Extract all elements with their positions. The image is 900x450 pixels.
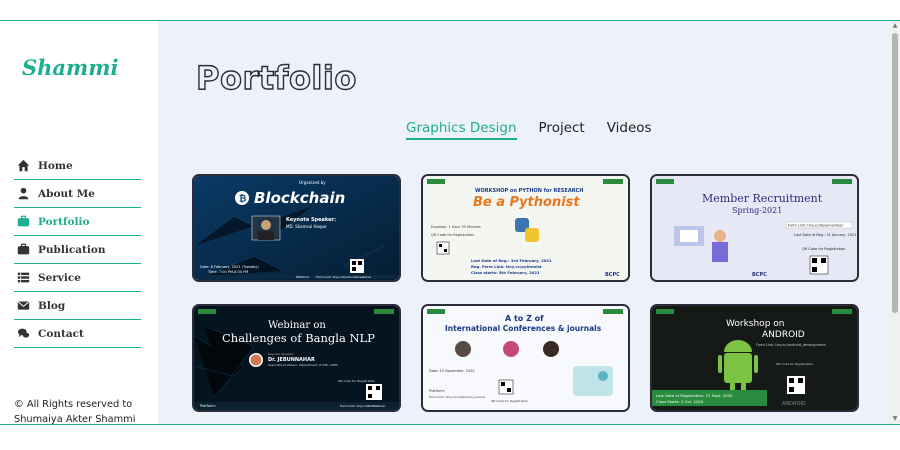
poster-heading: Be a Pythonist [473,195,580,210]
scroll-down-icon[interactable]: ▼ [891,416,899,422]
blockchain-poster-image: Organized by ₿ Blockchain Keynote Speake… [194,176,399,280]
poster-text: Duration: 1 Hour 30 Minutes [431,225,481,229]
poster-text: Form Link: tiny.cc/android_development [756,343,826,347]
sidebar-nav: Home About Me Portfolio Publication Serv… [14,152,141,348]
poster-text: Date: 8 February, 2021 (Tuesday) [200,265,259,269]
nav-label: About Me [38,187,95,200]
portfolio-card-bangla-nlp[interactable]: Webinar on Challenges of Bangla NLP Keyn… [192,304,401,412]
poster-heading: Challenges of Bangla NLP [222,331,375,345]
poster-text: QR Code for Registration [776,362,813,366]
poster-text: Associate Professor, Department of CSE, … [268,363,338,367]
poster-text: Last Date of Reg.: 31 January, 2021 [794,233,856,237]
sidebar: Shammi Home About Me Portfolio Publicati… [0,21,158,424]
portfolio-card-blockchain[interactable]: Organized by ₿ Blockchain Keynote Speake… [192,174,401,282]
poster-text: Spring-2021 [732,206,782,215]
poster-text: MD. Shamsul Haque [286,224,327,229]
poster-text: WORKSHOP on PYTHON for RESEARCH [475,188,583,194]
tab-graphics-design[interactable]: Graphics Design [406,120,517,140]
scrollbar-thumb[interactable] [892,33,898,313]
poster-text: A to Z of [505,314,544,323]
bangla-nlp-poster-image: Webinar on Challenges of Bangla NLP Keyn… [194,306,399,410]
poster-text: Date: 19 November, 2020 [429,369,475,373]
nav-label: Portfolio [38,215,90,228]
nav-label: Publication [38,243,106,256]
portfolio-card-conferences[interactable]: A to Z of International Conferences & jo… [421,304,630,412]
nav-item-about-me[interactable]: About Me [14,180,141,208]
page-scrollbar[interactable]: ▲ ▼ [890,21,900,424]
nav-item-home[interactable]: Home [14,152,141,180]
nav-label: Service [38,271,81,284]
poster-text: Platform: [200,404,216,408]
poster-heading: ANDROID [762,330,805,340]
home-icon [17,159,30,172]
poster-heading: International Conferences & journals [445,324,602,333]
list-icon [17,272,30,283]
brand-logo[interactable]: Shammi [22,55,118,80]
poster-text: Platform: [296,275,310,279]
comments-icon [17,328,30,338]
poster-text: Reg. Form Link: tiny.cc/pythonist [471,264,542,269]
scroll-up-icon[interactable]: ▲ [891,23,899,29]
poster-text: Workshop on [726,319,784,329]
pythonist-poster-image: WORKSHOP on PYTHON for RESEARCH Be a Pyt… [423,176,628,280]
android-poster-image: Workshop on ANDROID Form Link: tiny.cc/a… [652,306,857,410]
portfolio-card-pythonist[interactable]: WORKSHOP on PYTHON for RESEARCH Be a Pyt… [421,174,630,282]
poster-text: QR Code for Registration [491,399,528,403]
poster-text: Last Date of Reg.: 3rd February, 2021 [471,258,552,263]
poster-heading: Member Recruitment [702,192,823,205]
nav-label: Home [38,159,73,172]
nav-item-contact[interactable]: Contact [14,320,141,348]
poster-text: Last Date of Registration: 27 Sept. 2020 [656,393,733,398]
user-icon [18,187,29,200]
svg-text:₿: ₿ [239,194,246,205]
recruitment-poster-image: Member Recruitment Spring-2021 Form Link… [652,176,857,280]
poster-text: Organized by [299,180,326,185]
page-frame: Shammi Home About Me Portfolio Publicati… [0,20,900,425]
nav-label: Blog [38,299,66,312]
tab-videos[interactable]: Videos [607,120,652,140]
portfolio-card-member-recruitment[interactable]: Member Recruitment Spring-2021 Form Link… [650,174,859,282]
page-title: Portfolio [195,58,357,97]
poster-text: Class starts: 5th February, 2021 [471,270,540,275]
briefcase-icon [17,243,30,255]
poster-text: Keynote Speaker: [286,217,336,223]
briefcase-icon [17,215,30,227]
svg-text:BCPC: BCPC [605,272,620,278]
poster-text: Webinar on [268,320,326,331]
svg-text:BCPC: BCPC [752,272,767,278]
poster-text: Form Link: tiny.cc/blockchainwebinar [316,275,372,279]
nav-item-service[interactable]: Service [14,264,141,292]
portfolio-tabs: Graphics Design Project Videos [406,120,652,140]
svg-text:ANDROID: ANDROID [782,401,806,407]
conferences-poster-image: A to Z of International Conferences & jo… [423,306,628,410]
copyright-text: © All Rights reserved to Shumaiya Akter … [14,399,136,425]
envelope-icon [17,301,30,310]
poster-text: Keynote Speaker: [268,352,294,356]
nav-label: Contact [38,327,84,340]
nav-item-blog[interactable]: Blog [14,292,141,320]
main-content: Portfolio Graphics Design Project Videos… [158,21,890,424]
poster-text: QR Code for Registration [338,379,375,383]
nav-item-portfolio[interactable]: Portfolio [14,208,141,236]
poster-text: QR Code for Registration [431,233,474,237]
poster-text: Platform: [429,389,445,393]
poster-heading: Blockchain [254,189,345,207]
portfolio-card-android[interactable]: Workshop on ANDROID Form Link: tiny.cc/a… [650,304,859,412]
poster-text: Form Link: tiny.cc/devomember [788,224,844,228]
poster-text: QR Code for Registration [802,247,845,251]
poster-text: Form Link: tiny.cc/conference_journal [429,395,485,399]
poster-text: Time: 7:00 PM-8:30 PM [207,270,248,274]
nav-item-publication[interactable]: Publication [14,236,141,264]
tab-project[interactable]: Project [539,120,585,140]
poster-text: Class Starts: 2 Oct. 2020 [656,399,704,404]
poster-text: Form Link: tiny.cc/NLPWebinar [340,404,386,408]
